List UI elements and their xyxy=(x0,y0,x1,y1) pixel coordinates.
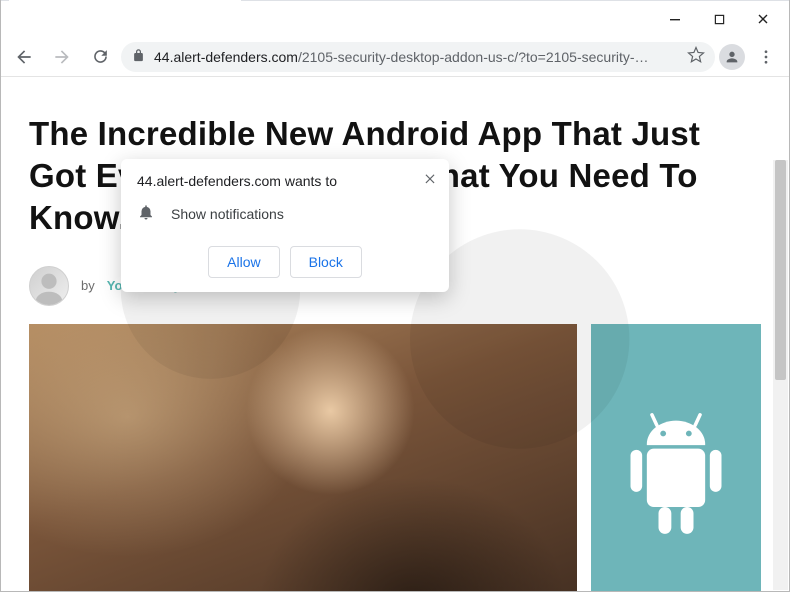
titlebar xyxy=(1,1,789,37)
permission-label: Show notifications xyxy=(171,206,284,222)
vertical-scrollbar[interactable] xyxy=(773,160,788,590)
tab-strip: Android - Incredible New App - I xyxy=(1,0,789,1)
dialog-close-button[interactable] xyxy=(421,169,439,187)
address-bar[interactable]: 44.alert-defenders.com/2105-security-des… xyxy=(121,42,715,72)
author-avatar xyxy=(29,266,69,306)
hero-photo xyxy=(29,324,577,591)
hero-row xyxy=(1,324,789,591)
reload-button[interactable] xyxy=(83,42,117,72)
url-text: 44.alert-defenders.com/2105-security-des… xyxy=(154,49,679,65)
byline-prefix: by xyxy=(81,278,95,293)
window-close-button[interactable] xyxy=(741,4,785,34)
bell-icon xyxy=(137,203,155,224)
scrollbar-thumb[interactable] xyxy=(775,160,786,380)
notification-permission-dialog: 44.alert-defenders.com wants to Show not… xyxy=(121,159,449,292)
android-panel xyxy=(591,324,761,591)
block-button[interactable]: Block xyxy=(290,246,362,278)
kebab-menu-icon[interactable] xyxy=(749,42,783,72)
forward-button[interactable] xyxy=(45,42,79,72)
tab-active[interactable]: Android - Incredible New App - I xyxy=(9,0,241,1)
android-icon xyxy=(616,409,736,549)
viewport: The Incredible New Android App That Just… xyxy=(1,77,789,591)
dialog-actions: Allow Block xyxy=(137,246,433,278)
bookmark-star-icon[interactable] xyxy=(687,46,705,67)
minimize-button[interactable] xyxy=(653,4,697,34)
allow-button[interactable]: Allow xyxy=(208,246,279,278)
profile-avatar[interactable] xyxy=(719,44,745,70)
dialog-origin-text: 44.alert-defenders.com wants to xyxy=(137,173,433,189)
url-path: /2105-security-desktop-addon-us-c/?to=21… xyxy=(298,49,649,65)
browser-window: Android - Incredible New App - I xyxy=(0,0,790,592)
url-host: 44.alert-defenders.com xyxy=(154,49,298,65)
back-button[interactable] xyxy=(7,42,41,72)
permission-row: Show notifications xyxy=(137,203,433,224)
lock-icon xyxy=(131,48,146,66)
toolbar: 44.alert-defenders.com/2105-security-des… xyxy=(1,37,789,77)
maximize-button[interactable] xyxy=(697,4,741,34)
